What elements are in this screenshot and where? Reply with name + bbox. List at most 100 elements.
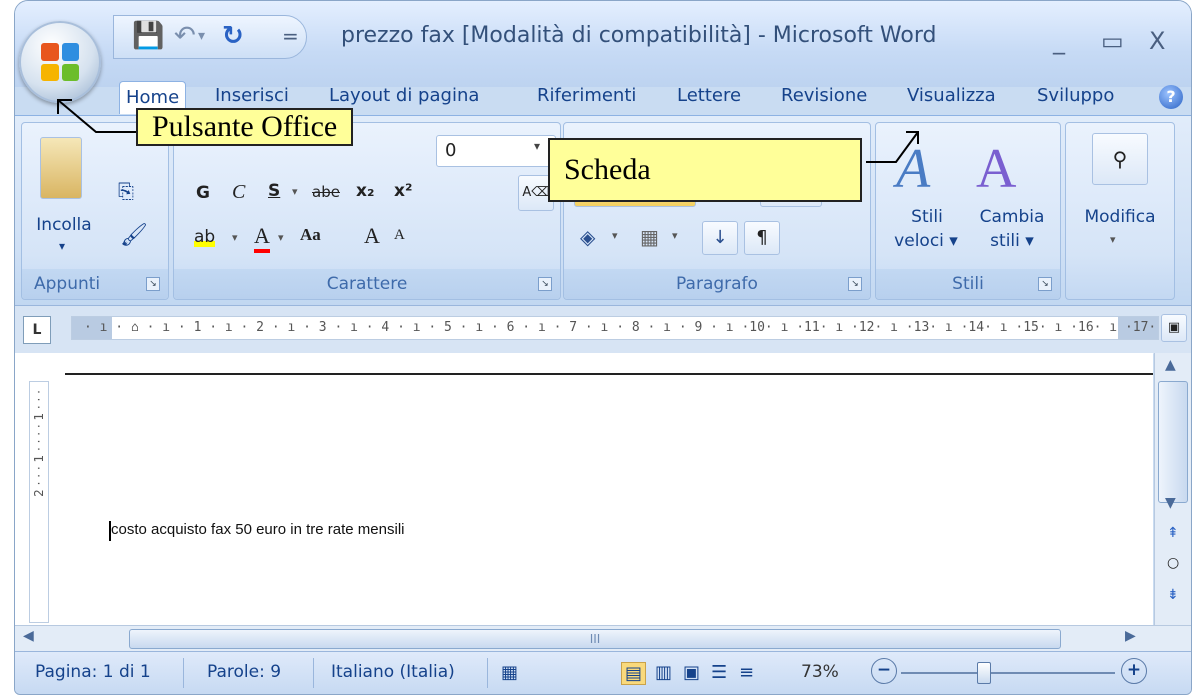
carattere-launcher-icon[interactable]: ↘	[538, 277, 552, 291]
italic-button[interactable]: C	[232, 181, 245, 204]
window-title: prezzo fax [Modalità di compatibilità] -…	[341, 23, 937, 48]
save-icon[interactable]: 💾	[132, 20, 164, 52]
undo-dropdown-icon[interactable]: ▾	[198, 20, 205, 52]
format-painter-icon[interactable]: 🖌	[120, 223, 148, 248]
tab-inserisci[interactable]: Inserisci	[215, 85, 289, 106]
tab-lettere[interactable]: Lettere	[677, 85, 741, 106]
scroll-down-icon[interactable]: ▼	[1165, 495, 1176, 511]
status-page[interactable]: Pagina: 1 di 1	[35, 662, 151, 682]
view-ruler-icon[interactable]: ▣	[1161, 314, 1187, 342]
subscript-button[interactable]: x₂	[356, 181, 374, 201]
document-text[interactable]: costo acquisto fax 50 euro in tre rate m…	[111, 521, 404, 538]
highlight-dropdown-icon[interactable]: ▾	[232, 231, 238, 244]
quick-styles-label-2[interactable]: veloci ▾	[886, 231, 966, 251]
full-screen-reading-icon[interactable]: ▥	[655, 662, 672, 683]
horizontal-ruler[interactable]: · ı · ⌂ · ı · 1 · ı · 2 · ı · 3 · ı · 4 …	[71, 316, 1159, 340]
ruler-ticks: · ı · ⌂ · ı · 1 · ı · 2 · ı · 3 · ı · 4 …	[84, 320, 1159, 335]
tab-selector-button[interactable]: L	[23, 316, 51, 344]
group-appunti: Incolla ▾ ⎘ 🖌 Appunti ↘	[21, 122, 169, 300]
minimize-button[interactable]: _	[1053, 27, 1065, 55]
underline-button[interactable]: S	[268, 181, 280, 201]
zoom-in-icon[interactable]: +	[1121, 658, 1147, 684]
web-layout-icon[interactable]: ▣	[683, 662, 700, 683]
zoom-level[interactable]: 73%	[801, 662, 839, 682]
callout-office-arrow	[57, 99, 136, 133]
browse-object-icon[interactable]: ○	[1167, 555, 1179, 571]
customize-qat-icon[interactable]: =	[282, 20, 299, 52]
horizontal-scrollbar[interactable]: ◀ III ▶	[15, 625, 1191, 652]
grow-font-button[interactable]: A	[364, 223, 380, 249]
shading-dropdown-icon[interactable]: ▾	[612, 229, 618, 242]
shrink-font-button[interactable]: A	[394, 227, 405, 244]
vertical-scrollbar[interactable]: ▲ ▼ ⇞ ○ ⇟	[1154, 353, 1191, 625]
font-color-button[interactable]: A	[254, 223, 270, 253]
tab-revisione[interactable]: Revisione	[781, 85, 867, 106]
title-bar: 💾 ↶ ▾ ↻ = prezzo fax [Modalità di compat…	[15, 1, 1191, 87]
scroll-left-icon[interactable]: ◀	[23, 628, 34, 644]
quick-styles-label-1[interactable]: Stili	[892, 207, 962, 227]
zoom-out-icon[interactable]: −	[871, 658, 897, 684]
word-window: 💾 ↶ ▾ ↻ = prezzo fax [Modalità di compat…	[14, 0, 1192, 695]
show-marks-button[interactable]: ¶	[744, 221, 780, 255]
font-size-dropdown-icon[interactable]: ▾	[534, 139, 540, 153]
page-top-edge	[65, 373, 1153, 375]
zoom-slider-thumb[interactable]	[977, 662, 991, 684]
edit-dropdown-icon[interactable]: ▾	[1110, 233, 1116, 246]
tab-layout[interactable]: Layout di pagina	[329, 85, 479, 106]
outline-view-icon[interactable]: ☰	[711, 662, 727, 683]
draft-view-icon[interactable]: ≡	[739, 662, 754, 683]
next-page-icon[interactable]: ⇟	[1167, 587, 1179, 603]
callout-office-button: Pulsante Office	[136, 108, 354, 146]
change-styles-icon[interactable]: A	[976, 137, 1016, 201]
copy-icon[interactable]: ⎘	[118, 179, 134, 203]
tab-sviluppo[interactable]: Sviluppo	[1037, 85, 1114, 106]
redo-icon[interactable]: ↻	[222, 20, 244, 52]
binoculars-icon[interactable]: ⚲	[1092, 133, 1148, 185]
previous-page-icon[interactable]: ⇞	[1167, 525, 1179, 541]
change-case-button[interactable]: Aa	[300, 225, 321, 245]
group-carattere: 0 ▾ G C S ▾ abe x₂ x² A⌫ ab ▾ A ▾ Aa A A…	[173, 122, 561, 300]
status-separator	[487, 658, 488, 688]
sort-button[interactable]: ↓	[702, 221, 738, 255]
font-color-dropdown-icon[interactable]: ▾	[278, 231, 284, 244]
borders-dropdown-icon[interactable]: ▾	[672, 229, 678, 242]
paste-icon[interactable]	[40, 137, 82, 199]
appunti-launcher-icon[interactable]: ↘	[146, 277, 160, 291]
shading-icon[interactable]: ◈	[580, 225, 595, 249]
maximize-button[interactable]: ▭	[1101, 27, 1124, 55]
status-language[interactable]: Italiano (Italia)	[331, 662, 455, 682]
macro-record-icon[interactable]: ▦	[501, 662, 518, 683]
help-icon[interactable]: ?	[1159, 85, 1183, 109]
vertical-ruler-ticks: 2 · · · 1 · · · · 1 · · ·	[32, 390, 46, 497]
paragrafo-launcher-icon[interactable]: ↘	[848, 277, 862, 291]
zoom-slider-track[interactable]	[901, 672, 1115, 674]
group-modifica: ⚲ Modifica ▾	[1065, 122, 1175, 300]
edit-button[interactable]: Modifica	[1070, 207, 1170, 227]
paste-dropdown-icon[interactable]: ▾	[52, 239, 72, 253]
tab-visualizza[interactable]: Visualizza	[907, 85, 996, 106]
status-words[interactable]: Parole: 9	[207, 662, 281, 682]
stili-launcher-icon[interactable]: ↘	[1038, 277, 1052, 291]
horizontal-scroll-thumb[interactable]: III	[129, 629, 1061, 649]
vertical-scroll-thumb[interactable]	[1158, 381, 1188, 503]
underline-dropdown-icon[interactable]: ▾	[292, 185, 298, 198]
document-area[interactable]: costo acquisto fax 50 euro in tre rate m…	[15, 353, 1153, 625]
status-separator	[183, 658, 184, 688]
tab-riferimenti[interactable]: Riferimenti	[537, 85, 636, 106]
paste-button[interactable]: Incolla	[32, 215, 96, 235]
vertical-ruler[interactable]: 2 · · · 1 · · · · 1 · · ·	[29, 381, 49, 623]
highlight-button[interactable]: ab	[194, 227, 216, 247]
change-styles-label-2[interactable]: stili ▾	[972, 231, 1052, 251]
undo-icon[interactable]: ↶	[174, 20, 196, 52]
callout-tab: Scheda	[548, 138, 862, 202]
bold-button[interactable]: G	[196, 183, 210, 203]
group-label-carattere: Carattere	[174, 269, 560, 299]
scroll-right-icon[interactable]: ▶	[1125, 628, 1136, 644]
strikethrough-button[interactable]: abe	[312, 183, 340, 201]
superscript-button[interactable]: x²	[394, 181, 412, 201]
close-button[interactable]: X	[1149, 27, 1165, 55]
print-layout-view-icon[interactable]: ▤	[621, 662, 647, 685]
scroll-up-icon[interactable]: ▲	[1165, 357, 1176, 373]
borders-icon[interactable]: ▦	[640, 225, 659, 249]
change-styles-label-1[interactable]: Cambia	[972, 207, 1052, 227]
